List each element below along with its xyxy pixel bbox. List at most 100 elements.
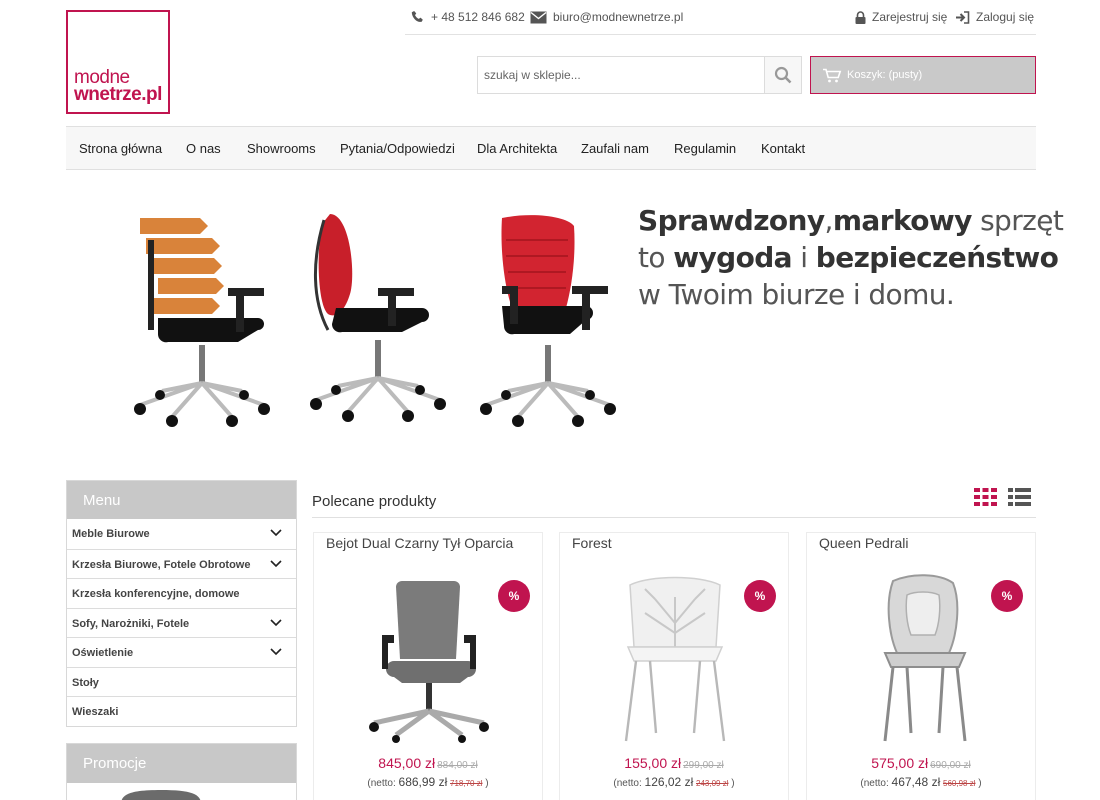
product-image-transparent-chair[interactable]	[847, 573, 997, 743]
red-side-chair-graphic	[308, 214, 448, 424]
hero-word-bezpieczenstwo: bezpieczeństwo	[815, 241, 1059, 274]
product-price: 575,00 zł	[871, 755, 929, 771]
hero-word-sprawdzony: Sprawdzony	[638, 204, 825, 237]
chevron-down-icon[interactable]	[270, 648, 282, 656]
sidebar-item-office-furniture[interactable]: Meble Biurowe	[67, 519, 296, 549]
search-button[interactable]	[764, 57, 801, 93]
netto-row: (netto: 686,99 zł 718,70 zł )	[314, 775, 542, 789]
register-label: Zarejestruj się	[872, 10, 948, 24]
view-toggle	[974, 488, 1031, 511]
hero-banner-image[interactable]	[110, 200, 630, 445]
nav-item-terms[interactable]: Regulamin	[674, 141, 736, 156]
register-link[interactable]: Zarejestruj się	[855, 10, 947, 24]
netto-price: 126,02 zł	[644, 775, 694, 789]
top-bar: + 48 512 846 682 biuro@modnewnetrze.pl Z…	[405, 0, 1036, 35]
site-logo[interactable]: modne wnetrze.pl	[66, 10, 170, 114]
sidebar-menu-list: Meble Biurowe Krzesła Biurowe, Fotele Ob…	[67, 519, 296, 726]
product-old-price: 299,00 zł	[683, 760, 724, 771]
sidebar-promotions-title: Promocje	[67, 744, 296, 783]
sidebar-item-conference-chairs[interactable]: Krzesła konferencyjne, domowe	[67, 578, 296, 608]
chevron-down-icon[interactable]	[270, 529, 282, 537]
nav-item-showrooms[interactable]: Showrooms	[247, 141, 316, 156]
netto-close: )	[731, 778, 735, 789]
price-row: 575,00 zł 690,00 zł	[807, 755, 1035, 773]
netto-close: )	[978, 778, 982, 789]
grid-view-icon[interactable]	[974, 488, 997, 511]
price-row: 845,00 zł 884,00 zł	[314, 755, 542, 773]
sidebar-item-hangers[interactable]: Wieszaki	[67, 696, 296, 726]
chevron-down-icon[interactable]	[270, 618, 282, 627]
list-view-icon[interactable]	[1008, 488, 1031, 511]
search-icon	[774, 66, 792, 84]
hero-line-2: to wygoda i bezpieczeństwo	[638, 239, 1063, 276]
hero-word-markowy: markowy	[832, 204, 973, 237]
red-front-chair-graphic	[478, 215, 618, 429]
discount-badge: %	[498, 580, 530, 612]
sidebar-item-office-chairs[interactable]: Krzesła Biurowe, Fotele Obrotowe	[67, 548, 296, 579]
netto-price: 686,99 zł	[398, 775, 448, 789]
sidebar-item-label: Sofy, Narożniki, Fotele	[72, 617, 190, 630]
netto-old-price: 243,09 zł	[696, 779, 729, 788]
product-image-office-chair[interactable]	[354, 573, 504, 743]
sidebar-item-lighting[interactable]: Oświetlenie	[67, 637, 296, 667]
discount-badge: %	[991, 580, 1023, 612]
main-nav: Strona główna O nas Showrooms Pytania/Od…	[66, 126, 1036, 170]
envelope-icon	[530, 11, 547, 23]
netto-label: (netto:	[860, 778, 889, 789]
nav-item-home[interactable]: Strona główna	[79, 141, 162, 156]
logo-text-line2: wnetrze.pl	[74, 84, 162, 105]
discount-badge: %	[744, 580, 776, 612]
nav-item-architect[interactable]: Dla Architekta	[477, 141, 557, 156]
phone-contact[interactable]: + 48 512 846 682	[411, 10, 525, 24]
netto-label: (netto:	[613, 778, 642, 789]
product-card[interactable]: Forest % 155,00 zł 299,00 zł (netto: 126,…	[559, 532, 789, 800]
nav-item-contact[interactable]: Kontakt	[761, 141, 805, 156]
nav-item-about[interactable]: O nas	[186, 141, 221, 156]
email-contact[interactable]: biuro@modnewnetrze.pl	[530, 10, 683, 24]
featured-products-title: Polecane produkty	[312, 493, 437, 510]
nav-item-trusted[interactable]: Zaufali nam	[581, 141, 649, 156]
sidebar-item-sofas[interactable]: Sofy, Narożniki, Fotele	[67, 607, 296, 638]
netto-old-price: 560,98 zł	[943, 779, 976, 788]
promo-product-image[interactable]	[117, 784, 237, 800]
hero-word-to: to	[638, 241, 674, 274]
phone-number: + 48 512 846 682	[431, 10, 525, 24]
netto-old-price: 718,70 zł	[450, 779, 483, 788]
netto-close: )	[485, 778, 489, 789]
login-label: Zaloguj się	[976, 10, 1035, 24]
phone-icon	[411, 11, 423, 22]
sidebar-item-tables[interactable]: Stoły	[67, 666, 296, 697]
nav-item-faq[interactable]: Pytania/Odpowiedzi	[340, 141, 455, 156]
chevron-down-icon[interactable]	[270, 559, 282, 568]
lock-icon	[855, 10, 866, 24]
cart-button[interactable]: Koszyk: (pusty)	[810, 56, 1036, 94]
sidebar-promotions: Promocje	[66, 743, 297, 800]
sidebar-item-label: Krzesła Biurowe, Fotele Obrotowe	[72, 558, 251, 571]
product-card[interactable]: Queen Pedrali % 575,00 zł 690,00 zł (nett…	[806, 532, 1036, 800]
sign-in-icon	[956, 10, 970, 24]
cart-label: Koszyk: (pusty)	[847, 69, 923, 81]
product-name[interactable]: Queen Pedrali	[819, 535, 909, 551]
product-name[interactable]: Bejot Dual Czarny Tył Oparcia	[326, 535, 513, 551]
product-image-white-chair[interactable]	[600, 573, 750, 743]
products-divider	[312, 517, 1036, 518]
netto-label: (netto:	[367, 778, 396, 789]
product-price: 845,00 zł	[378, 755, 436, 771]
netto-row: (netto: 467,48 zł 560,98 zł )	[807, 775, 1035, 789]
sidebar-item-label: Wieszaki	[72, 706, 119, 718]
hero-comma: ,	[824, 204, 834, 237]
sidebar-menu-title: Menu	[67, 481, 296, 519]
hero-word-wygoda: wygoda	[673, 241, 792, 274]
cart-icon	[823, 68, 842, 82]
netto-price: 467,48 zł	[891, 775, 941, 789]
netto-row: (netto: 126,02 zł 243,09 zł )	[560, 775, 788, 789]
login-link[interactable]: Zaloguj się	[955, 10, 1034, 24]
price-row: 155,00 zł 299,00 zł	[560, 755, 788, 773]
product-card[interactable]: Bejot Dual Czarny Tył Oparcia % 845,00 z…	[313, 532, 543, 800]
search-input[interactable]	[478, 57, 765, 93]
product-old-price: 690,00 zł	[930, 760, 971, 771]
product-price: 155,00 zł	[624, 755, 682, 771]
search-box	[477, 56, 802, 94]
sidebar-item-label: Oświetlenie	[72, 647, 134, 659]
product-name[interactable]: Forest	[572, 535, 612, 551]
